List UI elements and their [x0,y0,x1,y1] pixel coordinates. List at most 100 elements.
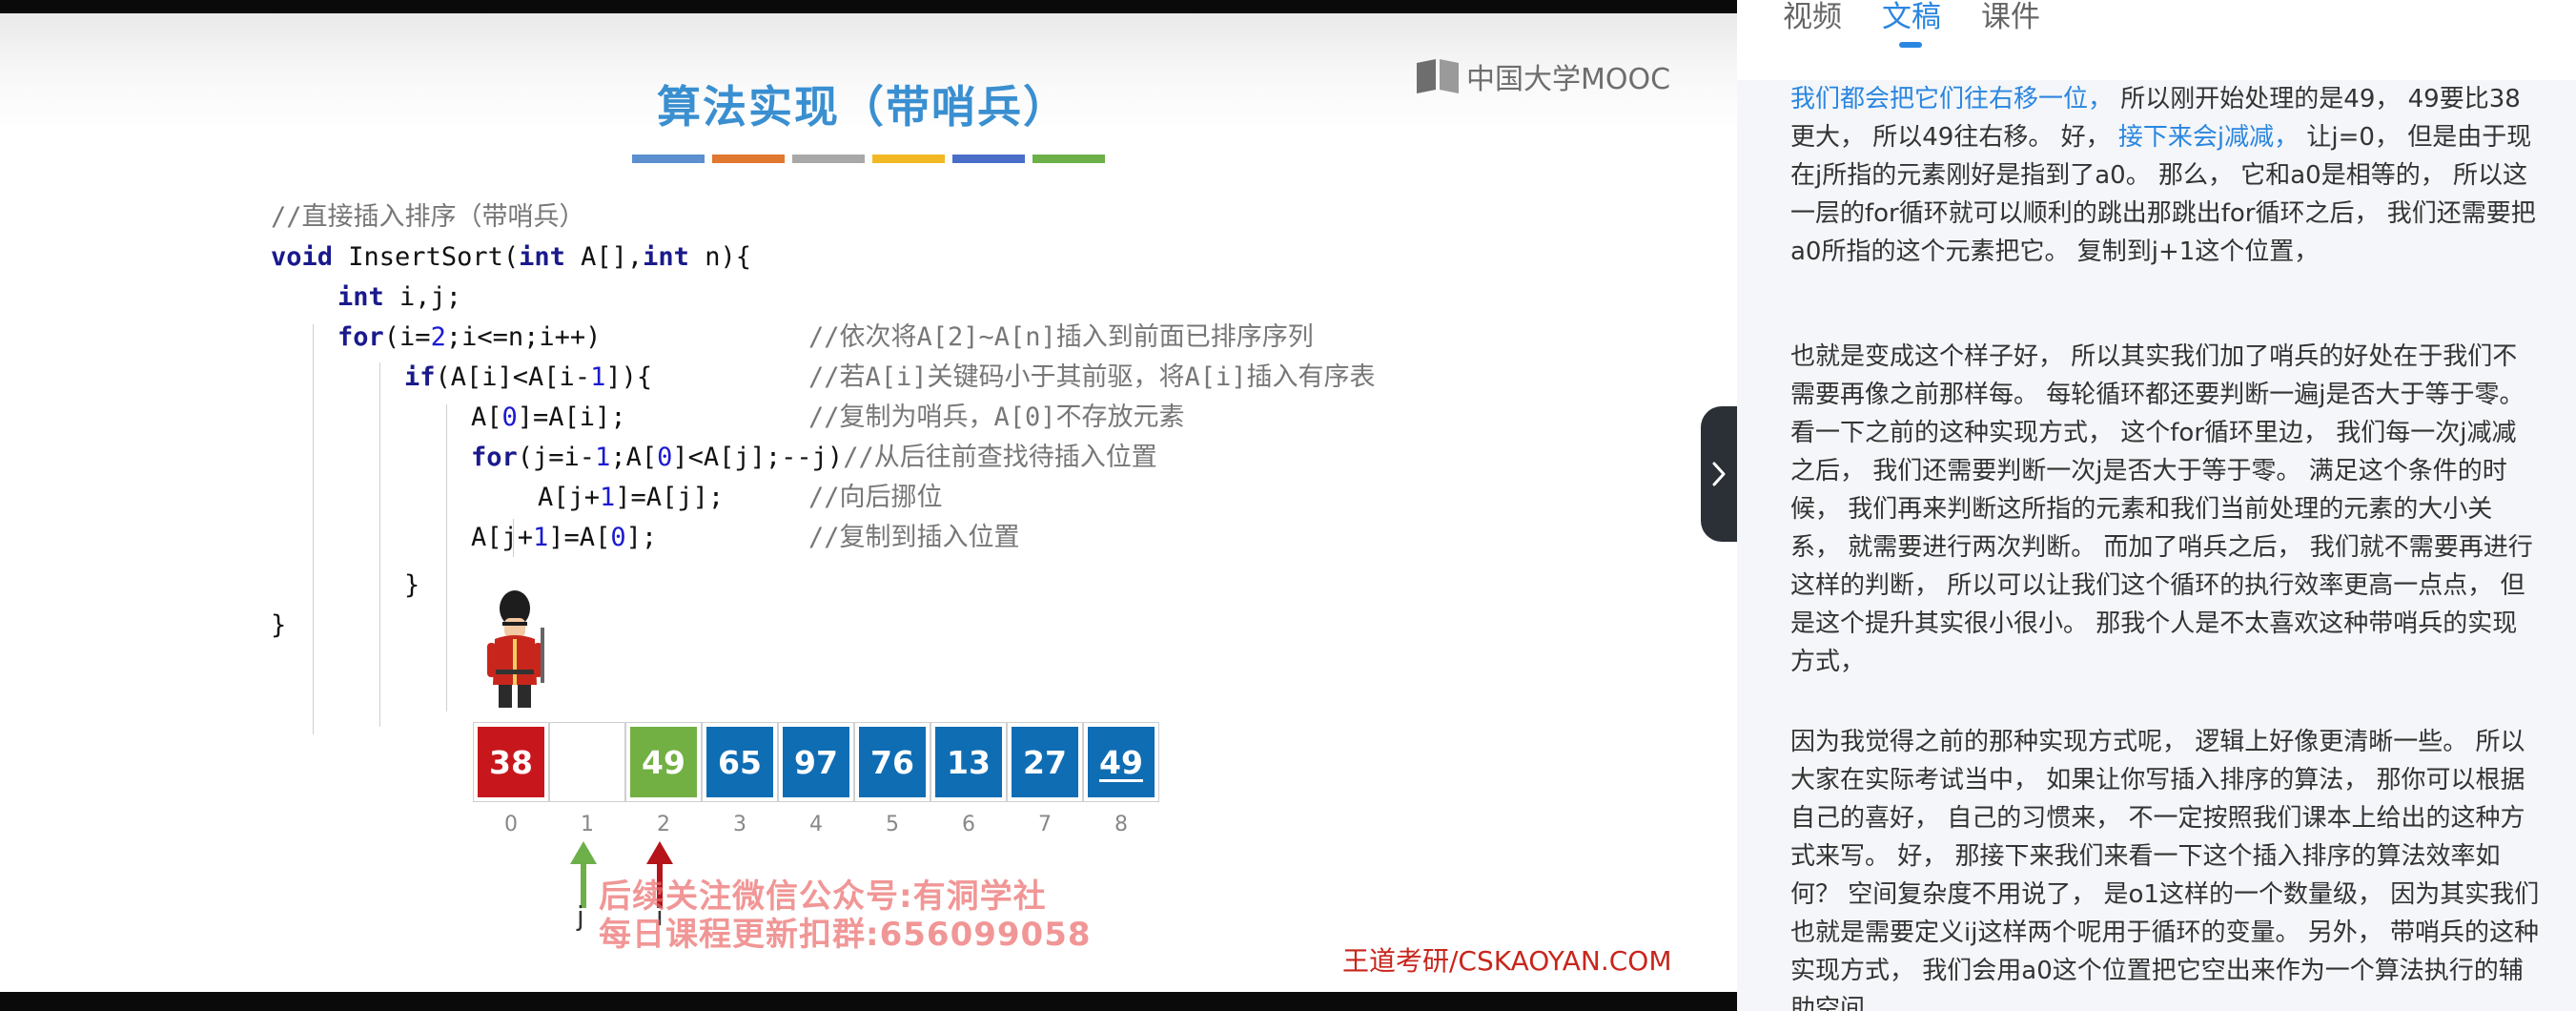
code-line: int i,j; [337,279,461,317]
transcript-paragraph: 也就是变成这个样子好， 所以其实我们加了哨兵的好处在于我们不需要再像之前那样每。… [1790,338,2540,681]
code-token: A[j+ [471,523,534,552]
chevron-right-icon [1712,462,1726,486]
video-player[interactable]: 算法实现（带哨兵） 中国大学MOOC //直接插入排序（带哨兵） void Ins… [0,0,1737,1011]
code-comment: //复制为哨兵，A[0]不存放元素 [808,402,1185,432]
code-token: //从后往前查找待插入位置 [843,443,1157,472]
side-panel: 视频 文稿 课件 我们都会把它们往右移一位， 所以刚开始处理的是49， 49要比… [1737,0,2576,1011]
array-cell: 13 [930,722,1007,802]
code-line: } [271,607,286,645]
code-token: n){ [688,242,751,272]
array-cell: 65 [702,722,778,802]
book-logo-icon [1417,59,1459,93]
code-comment: //依次将A[2]~A[n]插入到前面已排序序列 [808,322,1314,352]
video-letterbox-bottom [0,992,1737,1011]
array-index: 4 [809,813,823,836]
code-token: 0 [610,523,626,552]
code-line: A[j+1]=A[j]; [538,479,724,517]
code-line: A[0]=A[i]; [471,399,626,437]
code-token: ;i<=n;i++) [445,322,602,352]
footer-brand: 王道考研/CSKAOYAN.COM [1342,945,1672,977]
array-cell-value: 49 [1088,727,1155,797]
code-token: int [519,242,565,272]
code-token: 0 [501,402,518,432]
code-token: 0 [657,443,673,472]
array-cell: 49 [625,722,702,802]
array-cell [549,722,625,802]
code-token: A[j+ [538,483,601,512]
stripe [792,155,865,163]
code-line: A[j+1]=A[0]; [471,519,657,557]
array-cell: 97 [778,722,854,802]
code-token: (j=i- [517,443,596,472]
array-cell-value: 49 [630,727,697,797]
code-line: for(i=2;i<=n;i++) [337,319,601,357]
array-cell: 27 [1007,722,1083,802]
code-token: for [471,443,518,472]
array-index: 7 [1038,813,1052,836]
code-token: 1 [533,523,549,552]
indent-guide [313,324,314,734]
array-cell-value: 76 [859,727,926,797]
code-token: A[], [564,242,644,272]
code-token: for [337,322,384,352]
code-line: if(A[i]<A[i-1]){ [404,359,652,397]
mooc-logo-text: 中国大学MOOC [1466,63,1671,96]
array-cell-value: 65 [706,727,773,797]
panel-tabs: 视频 文稿 课件 [1737,0,2576,80]
code-token: ]=A[j]; [615,483,725,512]
sentinel-soldier-icon [487,590,544,708]
array-index: 5 [886,813,899,836]
j-pointer-label: j [577,900,584,932]
code-token: } [404,570,420,600]
code-token: if [404,362,436,392]
array-cell: 38 [473,722,549,802]
code-token: ]=A[ [548,523,611,552]
code-token: void [271,242,334,272]
tab-video[interactable]: 视频 [1783,0,1842,38]
code-token: 1 [595,443,611,472]
code-token: A[ [471,402,502,432]
array-cell: 49 [1083,722,1159,802]
array-index: 0 [504,813,518,836]
code-token: 1 [600,483,616,512]
code-token: ]=A[i]; [517,402,626,432]
transcript-highlight[interactable]: 接下来会j减减， [2118,123,2299,152]
code-comment: //复制到插入位置 [808,523,1020,552]
transcript-highlight[interactable]: 我们都会把它们往右移一位， [1790,85,2113,113]
array-index: 2 [657,813,670,836]
array-cell: 76 [854,722,930,802]
stripe [872,155,945,163]
stripe [712,155,785,163]
lecture-slide: 算法实现（带哨兵） 中国大学MOOC //直接插入排序（带哨兵） void Ins… [0,13,1737,992]
code-token: ]; [625,523,658,552]
tab-transcript[interactable]: 文稿 [1882,0,1941,38]
code-token: 2 [430,322,446,352]
stripe [952,155,1025,163]
code-token: ]<A[j];--j) [672,443,844,472]
code-token: //直接插入排序（带哨兵） [271,202,585,232]
panel-toggle-button[interactable] [1701,406,1737,542]
tab-courseware[interactable]: 课件 [1981,0,2040,38]
code-token: int [643,242,689,272]
array-index: 1 [581,813,594,836]
code-line: } [404,567,419,605]
code-token: InsertSort( [333,242,520,272]
transcript-content[interactable]: 我们都会把它们往右移一位， 所以刚开始处理的是49， 49要比38更大， 所以4… [1737,80,2576,1011]
code-comment: //向后挪位 [808,483,943,512]
code-token: 1 [590,362,606,392]
array-cell-value: 13 [935,727,1002,797]
indent-guide [446,404,447,712]
code-line: //直接插入排序（带哨兵） [271,198,585,237]
indent-guide [379,362,380,727]
code-token: ;A[ [610,443,658,472]
transcript-paragraph: 因为我觉得之前的那种实现方式呢， 逻辑上好像更清晰一些。 所以大家在实际考试当中… [1790,723,2540,1011]
stripe [632,155,705,163]
code-comment: //若A[i]关键码小于其前驱，将A[i]插入有序表 [808,362,1376,392]
active-tab-indicator [1899,42,1922,48]
transcript-paragraph: 我们都会把它们往右移一位， 所以刚开始处理的是49， 49要比38更大， 所以4… [1790,80,2540,271]
array-cell-value: 38 [478,727,544,797]
code-token: } [271,610,287,640]
code-token: ]){ [605,362,653,392]
j-pointer-arrow-icon [570,841,597,908]
code-token: i,j; [383,282,462,312]
